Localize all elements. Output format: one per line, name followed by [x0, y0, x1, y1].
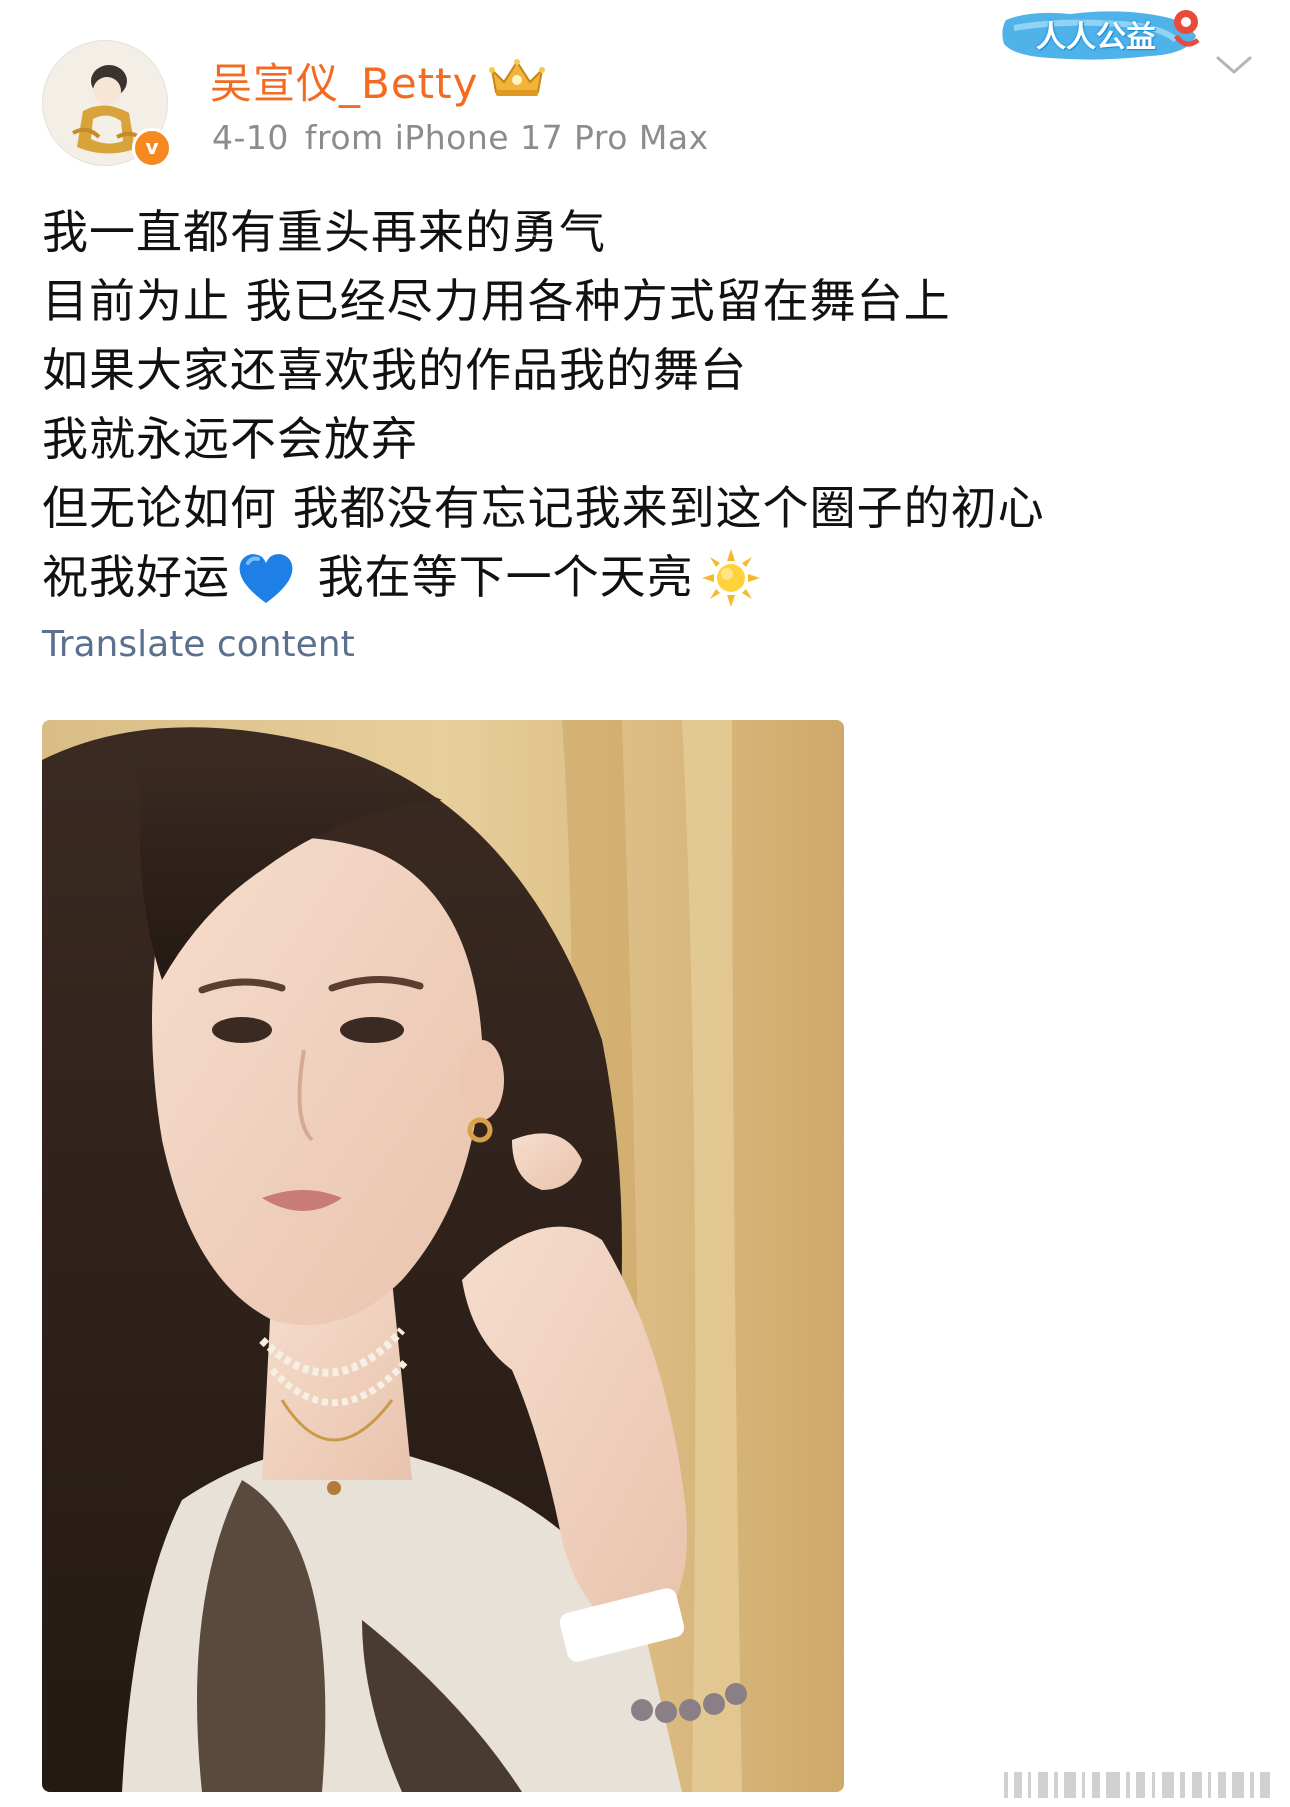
charity-badge-label: 人人公益	[1036, 20, 1156, 55]
post-date: 4-10	[212, 118, 289, 157]
crown-icon[interactable]	[488, 56, 546, 98]
translate-link[interactable]: Translate content	[42, 624, 355, 665]
verified-badge-icon: v	[132, 128, 172, 168]
post-meta: 4-10 from iPhone 17 Pro Max	[212, 118, 709, 157]
sun-icon	[701, 549, 760, 607]
post-line-last: 祝我好运 我在等下一个天亮	[42, 543, 1242, 612]
post-line: 如果大家还喜欢我的作品我的舞台	[42, 343, 747, 397]
post-line: 我一直都有重头再来的勇气	[42, 205, 606, 259]
post-line: 但无论如何 我都没有忘记我来到这个圈子的初心	[42, 481, 1045, 535]
post-body: 我一直都有重头再来的勇气 目前为止 我已经尽力用各种方式留在舞台上 如果大家还喜…	[42, 198, 1242, 612]
username[interactable]: 吴宣仪_Betty	[210, 50, 478, 111]
chevron-down-icon[interactable]	[1214, 52, 1254, 78]
post-line: 我就永远不会放弃	[42, 412, 418, 466]
photo-image	[42, 720, 844, 1792]
blue-heart-icon	[239, 554, 293, 603]
post-line-part: 祝我好运	[42, 550, 230, 604]
post-source: from iPhone 17 Pro Max	[304, 118, 709, 157]
post-photo[interactable]	[42, 720, 844, 1792]
post-line: 目前为止 我已经尽力用各种方式留在舞台上	[42, 274, 951, 328]
watermark-icon	[1004, 1772, 1270, 1798]
post-line-part: 我在等下一个天亮	[302, 550, 694, 604]
